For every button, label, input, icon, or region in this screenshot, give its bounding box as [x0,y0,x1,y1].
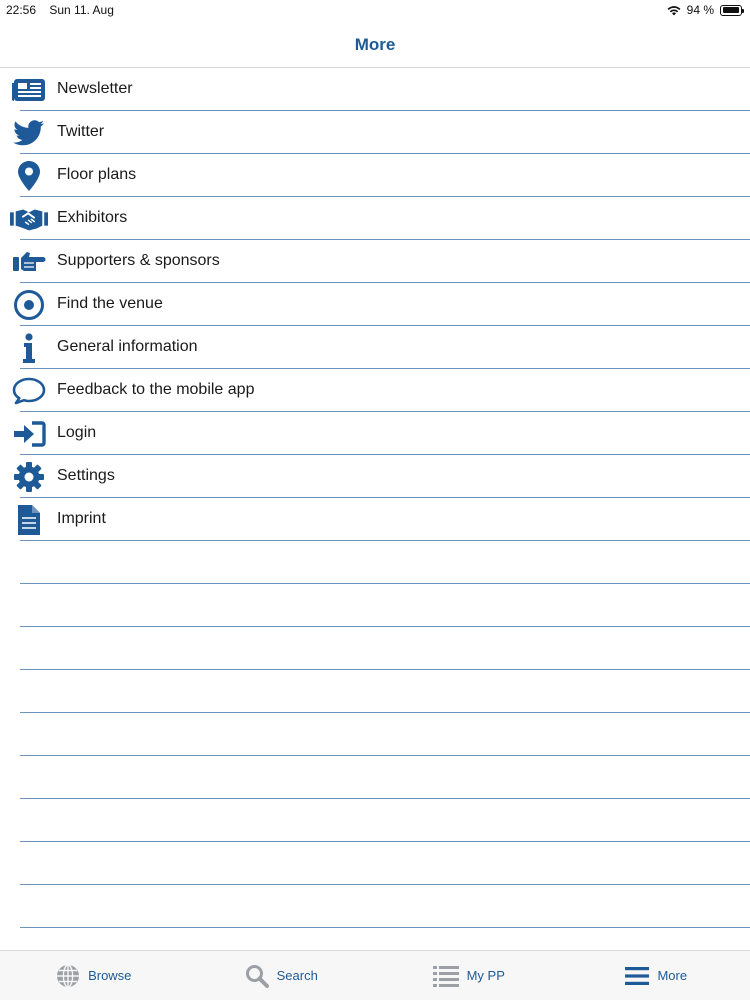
menu-item-imprint[interactable]: Imprint [0,498,750,541]
menu-item-label: Floor plans [57,166,137,183]
menu-item-general-information[interactable]: General information [0,326,750,369]
empty-row [0,756,750,799]
status-left: 22:56 Sun 11. Aug [6,3,124,17]
menu-icon [625,966,650,985]
status-time: 22:56 [6,3,37,17]
battery-icon [720,4,744,16]
empty-row [0,799,750,842]
menu-item-supporters-sponsors[interactable]: Supporters & sponsors [0,240,750,283]
menu-item-label: Login [57,424,97,441]
menu-item-label: Settings [57,467,115,484]
info-icon [10,333,48,363]
menu-item-label: Exhibitors [57,209,128,226]
tab-search[interactable]: Search [188,951,376,1000]
target-icon [10,290,48,320]
menu-item-newsletter[interactable]: Newsletter [0,68,750,111]
document-icon [10,505,48,535]
speech-bubble-icon [10,376,48,406]
twitter-bird-icon [10,118,48,148]
menu-item-exhibitors[interactable]: Exhibitors [0,197,750,240]
battery-percent: 94 % [686,3,714,17]
menu-item-label: Twitter [57,123,105,140]
status-right: 94 % [667,3,744,17]
wifi-icon [667,5,681,15]
empty-row [0,885,750,928]
search-icon [245,964,269,988]
empty-row [0,928,750,948]
tab-label: More [657,968,688,983]
empty-row [0,541,750,584]
empty-row [0,713,750,756]
gear-icon [10,462,48,492]
map-pin-icon [10,161,48,191]
tab-bar: Browse Search My PP More [0,950,750,1000]
menu-item-label: Newsletter [57,80,133,97]
empty-row [0,670,750,713]
tab-label: Browse [88,968,132,983]
status-bar: 22:56 Sun 11. Aug 94 % [0,0,750,20]
navigation-bar: More [0,20,750,68]
tab-more[interactable]: More [563,951,750,1000]
menu-item-settings[interactable]: Settings [0,455,750,498]
empty-row [0,842,750,885]
menu-item-floor-plans[interactable]: Floor plans [0,154,750,197]
menu-item-feedback[interactable]: Feedback to the mobile app [0,369,750,412]
menu-item-label: General information [57,338,198,355]
sign-in-icon [10,419,48,449]
tab-label: Search [276,968,318,983]
handshake-icon [10,204,48,234]
menu-item-label: Supporters & sponsors [57,252,220,269]
list-icon [432,965,459,987]
menu-item-label: Find the venue [57,295,163,312]
globe-icon [57,963,80,988]
menu-item-twitter[interactable]: Twitter [0,111,750,154]
menu-item-label: Imprint [57,510,106,527]
empty-row [0,627,750,670]
more-menu-list: Newsletter Twitter Floor plans Exhibitor… [0,68,750,948]
tab-my-pp[interactable]: My PP [375,951,563,1000]
menu-item-login[interactable]: Login [0,412,750,455]
status-date: Sun 11. Aug [49,3,114,17]
page-title: More [354,35,396,54]
newspaper-icon [10,75,48,105]
tab-label: My PP [466,968,505,983]
tab-browse[interactable]: Browse [0,951,188,1000]
empty-row [0,584,750,627]
menu-item-label: Feedback to the mobile app [57,381,255,398]
pointing-hand-icon [10,247,48,277]
menu-item-find-the-venue[interactable]: Find the venue [0,283,750,326]
